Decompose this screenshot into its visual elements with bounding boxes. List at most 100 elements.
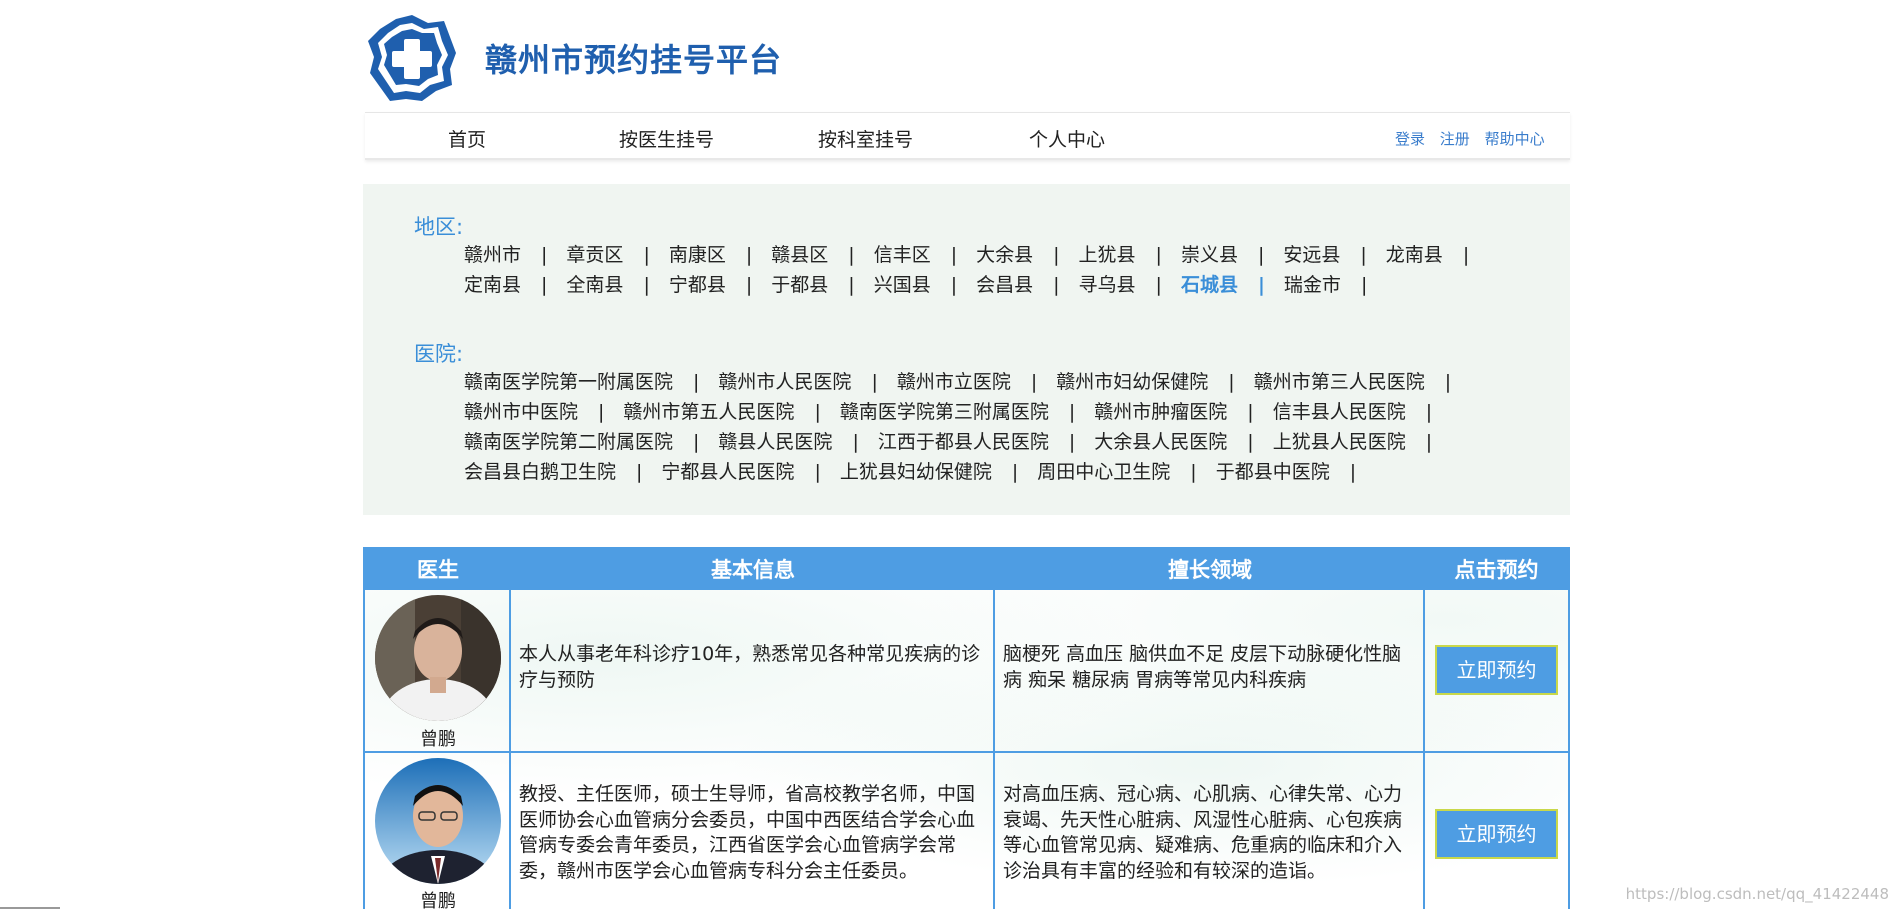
doctor-avatar[interactable] xyxy=(375,595,501,721)
hospital-option[interactable]: 上犹县妇幼保健院 xyxy=(840,461,992,483)
hospital-row: 会昌县白鹅卫生院 | 宁都县人民医院 | 上犹县妇幼保健院 | 周田中心卫生院 | 于都县中医院… xyxy=(464,457,1470,487)
separator: | xyxy=(1257,274,1265,296)
hospital-option[interactable]: 赣州市立医院 xyxy=(897,371,1011,393)
separator: | xyxy=(848,274,855,296)
table-header: 医生 基本信息 擅长领域 点击预约 xyxy=(365,547,1568,590)
hospital-row: 赣南医学院第一附属医院 | 赣州市人民医院 | 赣州市立医院 | 赣州市妇幼保健院 | 赣州市第… xyxy=(464,367,1470,397)
separator: | xyxy=(814,401,821,423)
region-option[interactable]: 全南县 xyxy=(566,274,623,296)
region-option[interactable]: 会昌县 xyxy=(976,274,1033,296)
region-option[interactable]: 定南县 xyxy=(464,274,521,296)
separator: | xyxy=(636,461,643,483)
hospital-option[interactable]: 赣州市肿瘤医院 xyxy=(1094,401,1227,423)
region-option[interactable]: 石城县 xyxy=(1181,274,1238,296)
separator: | xyxy=(1425,401,1433,423)
separator: | xyxy=(1190,461,1197,483)
medical-cross-icon[interactable] xyxy=(366,13,458,103)
hospital-option[interactable]: 赣县人民医院 xyxy=(718,431,832,453)
region-list: 赣州市 | 章贡区 | 南康区 | 赣县区 | 信丰区 | 大余县 | 上犹县 | 崇义县 | 安远县 | 龙南县 |… xyxy=(464,240,1488,300)
doctor-expertise: 脑梗死 高血压 脑供血不足 皮层下动脉硬化性脑病 痴呆 糖尿病 胃病等常见内科疾… xyxy=(1003,643,1402,691)
hospital-option[interactable]: 于都县中医院 xyxy=(1216,461,1330,483)
separator: | xyxy=(541,244,548,266)
region-option[interactable]: 宁都县 xyxy=(669,274,726,296)
separator: | xyxy=(1053,244,1060,266)
region-option[interactable]: 上犹县 xyxy=(1079,244,1136,266)
column-divider xyxy=(993,590,995,909)
separator: | xyxy=(1444,371,1452,393)
header: 赣州市预约挂号平台 xyxy=(363,0,1570,112)
region-option[interactable]: 章贡区 xyxy=(566,244,623,266)
doctor-avatar[interactable] xyxy=(375,758,501,884)
row-divider xyxy=(365,751,1568,753)
separator: | xyxy=(1068,401,1076,423)
region-option[interactable]: 信丰区 xyxy=(874,244,931,266)
doctor-photo-icon xyxy=(375,758,501,884)
separator: | xyxy=(1247,401,1254,423)
hospital-option[interactable]: 赣南医学院第一附属医院 xyxy=(464,371,673,393)
separator: | xyxy=(848,244,855,266)
filter-panel: 地区: 赣州市 | 章贡区 | 南康区 | 赣县区 | 信丰区 | 大余县 | 上犹县 | 崇义县 | 安远县 |… xyxy=(363,184,1570,515)
nav-home[interactable]: 首页 xyxy=(448,125,486,152)
hospital-option[interactable]: 江西于都县人民医院 xyxy=(878,431,1049,453)
nav-personal-center[interactable]: 个人中心 xyxy=(1029,125,1105,152)
region-option[interactable]: 崇义县 xyxy=(1181,244,1238,266)
help-center-link[interactable]: 帮助中心 xyxy=(1485,130,1545,148)
nav-by-doctor[interactable]: 按医生挂号 xyxy=(619,125,714,152)
region-option[interactable]: 兴国县 xyxy=(874,274,931,296)
separator: | xyxy=(598,401,605,423)
book-now-button[interactable]: 立即预约 xyxy=(1435,645,1558,695)
site-title: 赣州市预约挂号平台 xyxy=(485,41,783,79)
region-option[interactable]: 寻乌县 xyxy=(1079,274,1136,296)
doctor-info: 本人从事老年科诊疗10年，熟悉常见各种常见疾病的诊疗与预防 xyxy=(519,643,981,691)
separator: | xyxy=(1360,274,1368,296)
hospital-option[interactable]: 会昌县白鹅卫生院 xyxy=(464,461,616,483)
region-option[interactable]: 安远县 xyxy=(1283,244,1340,266)
hospital-option[interactable]: 大余县人民医院 xyxy=(1094,431,1227,453)
region-option[interactable]: 南康区 xyxy=(669,244,726,266)
region-option[interactable]: 赣州市 xyxy=(464,244,521,266)
hospital-option[interactable]: 赣州市第五人民医院 xyxy=(623,401,794,423)
hospital-option[interactable]: 信丰县人民医院 xyxy=(1273,401,1406,423)
region-option[interactable]: 大余县 xyxy=(976,244,1033,266)
hospital-option[interactable]: 赣南医学院第二附属医院 xyxy=(464,431,673,453)
hospital-option[interactable]: 赣州市人民医院 xyxy=(718,371,851,393)
doctor-expertise: 对高血压病、冠心病、心肌病、心律失常、心力衰竭、先天性心脏病、风湿性心脏病、心包… xyxy=(1003,783,1403,882)
hospital-option[interactable]: 赣南医学院第三附属医院 xyxy=(840,401,1049,423)
login-link[interactable]: 登录 xyxy=(1395,130,1425,148)
hospital-option[interactable]: 赣州市妇幼保健院 xyxy=(1056,371,1208,393)
region-option[interactable]: 瑞金市 xyxy=(1284,274,1341,296)
header-book: 点击预约 xyxy=(1454,558,1539,582)
separator: | xyxy=(1030,371,1038,393)
region-row: 赣州市 | 章贡区 | 南康区 | 赣县区 | 信丰区 | 大余县 | 上犹县 | 崇义县 | 安远县 | 龙南县 | xyxy=(464,240,1488,270)
separator: | xyxy=(1425,431,1433,453)
region-row: 定南县 | 全南县 | 宁都县 | 于都县 | 兴国县 | 会昌县 | 寻乌县 | 石城县 | 瑞金市 | xyxy=(464,270,1488,300)
doctor-photo-icon xyxy=(375,595,501,721)
watermark: https://blog.csdn.net/qq_41422448 xyxy=(1625,885,1889,903)
main-nav: 首页 按医生挂号 按科室挂号 个人中心 登录 注册 帮助中心 xyxy=(365,112,1570,160)
doctor-name: 曾鹏 xyxy=(420,891,456,909)
separator: | xyxy=(871,371,878,393)
separator: | xyxy=(814,461,821,483)
separator: | xyxy=(745,274,753,296)
header-doctor: 医生 xyxy=(417,558,459,582)
hospital-option[interactable]: 赣州市中医院 xyxy=(464,401,578,423)
hospital-option[interactable]: 上犹县人民医院 xyxy=(1273,431,1406,453)
region-option[interactable]: 龙南县 xyxy=(1386,244,1443,266)
nav-by-department[interactable]: 按科室挂号 xyxy=(818,125,913,152)
hospital-option[interactable]: 周田中心卫生院 xyxy=(1037,461,1170,483)
doctor-table: 医生 基本信息 擅长领域 点击预约 曾鹏 本人从事老年科诊疗10年，熟悉常见各种… xyxy=(363,547,1570,909)
hospital-option[interactable]: 宁都县人民医院 xyxy=(661,461,794,483)
separator: | xyxy=(1155,274,1162,296)
book-now-button[interactable]: 立即预约 xyxy=(1435,809,1558,859)
separator: | xyxy=(1360,244,1367,266)
region-label: 地区: xyxy=(414,215,464,239)
region-option[interactable]: 赣县区 xyxy=(771,244,828,266)
register-link[interactable]: 注册 xyxy=(1440,130,1470,148)
separator: | xyxy=(643,244,650,266)
region-option[interactable]: 于都县 xyxy=(771,274,828,296)
separator: | xyxy=(1349,461,1357,483)
hospital-option[interactable]: 赣州市第三人民医院 xyxy=(1254,371,1425,393)
column-divider xyxy=(1423,590,1425,909)
separator: | xyxy=(1257,244,1265,266)
hospital-list: 赣南医学院第一附属医院 | 赣州市人民医院 | 赣州市立医院 | 赣州市妇幼保健院 | 赣州市第… xyxy=(464,367,1470,487)
